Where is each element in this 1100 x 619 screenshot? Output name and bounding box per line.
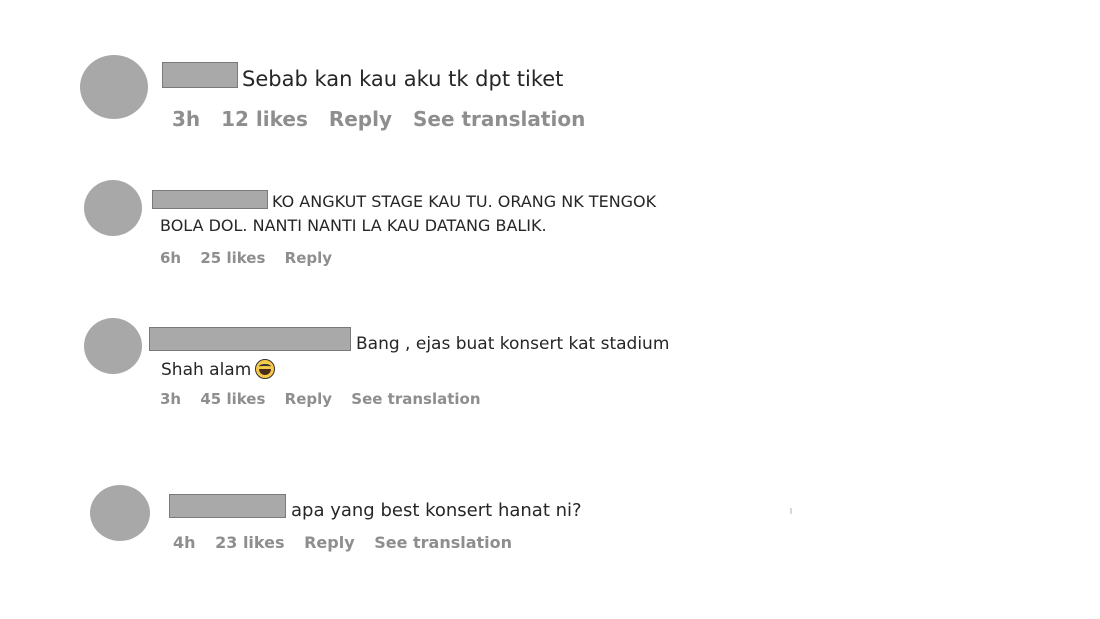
see-translation-button[interactable]: See translation: [374, 533, 512, 552]
comment-time: 3h: [172, 107, 201, 131]
comments-page: Sebab kan kau aku tk dpt tiket 3h 12 lik…: [0, 0, 1100, 619]
avatar[interactable]: [90, 485, 150, 541]
comment-meta: 3h 12 likes Reply See translation: [172, 107, 599, 131]
likes-count[interactable]: 23 likes: [215, 533, 284, 552]
likes-count[interactable]: 12 likes: [221, 107, 308, 131]
comment-body: apa yang best konsert hanat ni?: [169, 494, 582, 521]
avatar[interactable]: [84, 318, 142, 374]
see-translation-button[interactable]: See translation: [413, 107, 585, 131]
tears-of-joy-emoji-icon: [255, 359, 276, 379]
comment-text: Bang , ejas buat konsert kat stadium: [356, 334, 670, 354]
comment-text: KO ANGKUT STAGE KAU TU. ORANG NK TENGOK: [272, 192, 657, 211]
avatar[interactable]: [80, 55, 148, 119]
comment-meta: 4h 23 likes Reply See translation: [173, 533, 526, 552]
redacted-username[interactable]: [149, 327, 351, 351]
comment-body: Sebab kan kau aku tk dpt tiket: [162, 62, 563, 91]
comment-body: Bang , ejas buat konsert kat stadium Sha…: [149, 327, 669, 383]
likes-count[interactable]: 45 likes: [200, 390, 265, 408]
likes-count[interactable]: 25 likes: [200, 249, 265, 267]
comment-line-1: KO ANGKUT STAGE KAU TU. ORANG NK TENGOK: [152, 190, 656, 214]
comment-text: apa yang best konsert hanat ni?: [291, 500, 582, 521]
reply-button[interactable]: Reply: [329, 107, 392, 131]
see-translation-button[interactable]: See translation: [351, 390, 480, 408]
redacted-username[interactable]: [152, 190, 268, 209]
redacted-username[interactable]: [162, 62, 238, 88]
comment-time: 4h: [173, 533, 196, 552]
reply-button[interactable]: Reply: [285, 249, 332, 267]
reply-button[interactable]: Reply: [285, 390, 332, 408]
comment-line-1: Bang , ejas buat konsert kat stadium: [149, 327, 669, 357]
redacted-username[interactable]: [169, 494, 286, 518]
reply-button[interactable]: Reply: [304, 533, 355, 552]
comment-text: Shah alam: [161, 360, 252, 380]
comment-line-2: BOLA DOL. NANTI NANTI LA KAU DATANG BALI…: [160, 216, 547, 235]
avatar[interactable]: [84, 180, 142, 236]
comment-time: 3h: [160, 390, 182, 408]
comment-body: KO ANGKUT STAGE KAU TU. ORANG NK TENGOK …: [152, 190, 656, 238]
comment-text: Sebab kan kau aku tk dpt tiket: [242, 67, 564, 91]
comment-time: 6h: [160, 249, 182, 267]
comment-line-2: Shah alam: [161, 357, 669, 383]
stray-mark: [790, 508, 792, 514]
comment-meta: 3h 45 likes Reply See translation: [160, 390, 495, 408]
comment-meta: 6h 25 likes Reply: [160, 249, 346, 267]
